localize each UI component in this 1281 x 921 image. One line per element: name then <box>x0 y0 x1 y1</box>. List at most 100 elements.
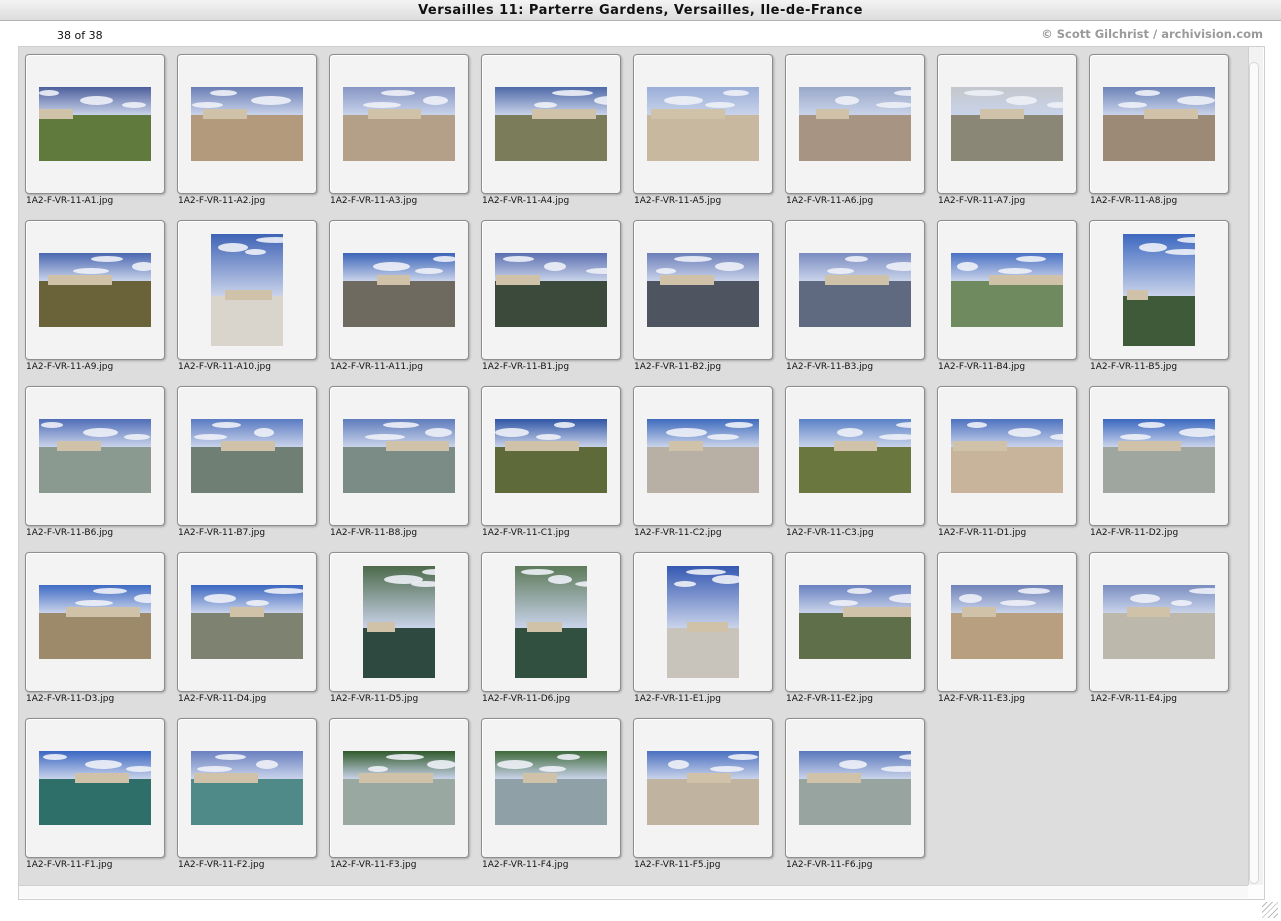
slide-mount[interactable] <box>1089 552 1229 692</box>
slide-mount[interactable] <box>1089 54 1229 194</box>
slide-mount[interactable] <box>177 54 317 194</box>
thumbnail-image[interactable] <box>39 87 151 161</box>
thumbnail-image[interactable] <box>343 419 455 493</box>
thumbnail-item[interactable]: 1A2-F-VR-11-E1.jpg <box>633 552 773 712</box>
slide-mount[interactable] <box>633 718 773 858</box>
thumbnail-item[interactable]: 1A2-F-VR-11-A3.jpg <box>329 54 469 214</box>
thumbnail-item[interactable]: 1A2-F-VR-11-A11.jpg <box>329 220 469 380</box>
slide-mount[interactable] <box>481 54 621 194</box>
thumbnail-item[interactable]: 1A2-F-VR-11-B7.jpg <box>177 386 317 546</box>
scrollbar-thumb[interactable] <box>1249 62 1259 884</box>
slide-mount[interactable] <box>329 552 469 692</box>
thumbnail-item[interactable]: 1A2-F-VR-11-B5.jpg <box>1089 220 1229 380</box>
slide-mount[interactable] <box>1089 386 1229 526</box>
thumbnail-image[interactable] <box>799 253 911 327</box>
slide-mount[interactable] <box>329 54 469 194</box>
thumbnail-image[interactable] <box>191 419 303 493</box>
thumbnail-image[interactable] <box>515 566 587 678</box>
thumbnail-image[interactable] <box>343 253 455 327</box>
thumbnail-item[interactable]: 1A2-F-VR-11-E3.jpg <box>937 552 1077 712</box>
slide-mount[interactable] <box>481 718 621 858</box>
slide-mount[interactable] <box>633 220 773 360</box>
slide-mount[interactable] <box>177 718 317 858</box>
thumbnail-image[interactable] <box>39 419 151 493</box>
slide-mount[interactable] <box>25 552 165 692</box>
thumbnail-item[interactable]: 1A2-F-VR-11-B1.jpg <box>481 220 621 380</box>
thumbnail-item[interactable]: 1A2-F-VR-11-A10.jpg <box>177 220 317 380</box>
thumbnail-item[interactable]: 1A2-F-VR-11-D1.jpg <box>937 386 1077 546</box>
thumbnail-image[interactable] <box>191 585 303 659</box>
slide-mount[interactable] <box>177 552 317 692</box>
thumbnail-item[interactable]: 1A2-F-VR-11-D6.jpg <box>481 552 621 712</box>
thumbnail-item[interactable]: 1A2-F-VR-11-D4.jpg <box>177 552 317 712</box>
slide-mount[interactable] <box>633 54 773 194</box>
slide-mount[interactable] <box>329 718 469 858</box>
resize-grip-icon[interactable] <box>1262 902 1278 918</box>
slide-mount[interactable] <box>329 220 469 360</box>
thumbnail-item[interactable]: 1A2-F-VR-11-C2.jpg <box>633 386 773 546</box>
thumbnail-image[interactable] <box>667 566 739 678</box>
slide-mount[interactable] <box>937 220 1077 360</box>
slide-mount[interactable] <box>937 54 1077 194</box>
slide-mount[interactable] <box>633 552 773 692</box>
slide-mount[interactable] <box>25 718 165 858</box>
thumbnail-item[interactable]: 1A2-F-VR-11-A6.jpg <box>785 54 925 214</box>
slide-mount[interactable] <box>785 552 925 692</box>
thumbnail-item[interactable]: 1A2-F-VR-11-F2.jpg <box>177 718 317 878</box>
thumbnail-image[interactable] <box>647 419 759 493</box>
thumbnail-item[interactable]: 1A2-F-VR-11-B4.jpg <box>937 220 1077 380</box>
thumbnail-item[interactable]: 1A2-F-VR-11-D5.jpg <box>329 552 469 712</box>
slide-mount[interactable] <box>481 386 621 526</box>
slide-mount[interactable] <box>633 386 773 526</box>
slide-mount[interactable] <box>481 220 621 360</box>
thumbnail-item[interactable]: 1A2-F-VR-11-B3.jpg <box>785 220 925 380</box>
thumbnail-item[interactable]: 1A2-F-VR-11-F5.jpg <box>633 718 773 878</box>
thumbnail-item[interactable]: 1A2-F-VR-11-F3.jpg <box>329 718 469 878</box>
thumbnail-image[interactable] <box>799 419 911 493</box>
thumbnail-item[interactable]: 1A2-F-VR-11-B6.jpg <box>25 386 165 546</box>
thumbnail-image[interactable] <box>495 751 607 825</box>
thumbnail-image[interactable] <box>951 585 1063 659</box>
thumbnail-image[interactable] <box>495 87 607 161</box>
thumbnail-item[interactable]: 1A2-F-VR-11-A1.jpg <box>25 54 165 214</box>
thumbnail-image[interactable] <box>1103 585 1215 659</box>
thumbnail-image[interactable] <box>1123 234 1195 346</box>
thumbnail-image[interactable] <box>799 585 911 659</box>
thumbnail-image[interactable] <box>1103 419 1215 493</box>
slide-mount[interactable] <box>1089 220 1229 360</box>
thumbnail-item[interactable]: 1A2-F-VR-11-A5.jpg <box>633 54 773 214</box>
slide-mount[interactable] <box>25 220 165 360</box>
thumbnail-image[interactable] <box>951 419 1063 493</box>
thumbnail-item[interactable]: 1A2-F-VR-11-F4.jpg <box>481 718 621 878</box>
thumbnail-item[interactable]: 1A2-F-VR-11-A2.jpg <box>177 54 317 214</box>
thumbnail-item[interactable]: 1A2-F-VR-11-B2.jpg <box>633 220 773 380</box>
slide-mount[interactable] <box>937 552 1077 692</box>
thumbnail-item[interactable]: 1A2-F-VR-11-C1.jpg <box>481 386 621 546</box>
thumbnail-item[interactable]: 1A2-F-VR-11-F1.jpg <box>25 718 165 878</box>
slide-mount[interactable] <box>177 220 317 360</box>
thumbnail-item[interactable]: 1A2-F-VR-11-A7.jpg <box>937 54 1077 214</box>
thumbnail-image[interactable] <box>191 751 303 825</box>
thumbnail-item[interactable]: 1A2-F-VR-11-C3.jpg <box>785 386 925 546</box>
thumbnail-item[interactable]: 1A2-F-VR-11-A4.jpg <box>481 54 621 214</box>
thumbnail-image[interactable] <box>39 751 151 825</box>
thumbnail-image[interactable] <box>647 253 759 327</box>
thumbnail-item[interactable]: 1A2-F-VR-11-E4.jpg <box>1089 552 1229 712</box>
thumbnail-image[interactable] <box>951 87 1063 161</box>
slide-mount[interactable] <box>329 386 469 526</box>
slide-mount[interactable] <box>785 718 925 858</box>
thumbnail-item[interactable]: 1A2-F-VR-11-E2.jpg <box>785 552 925 712</box>
thumbnail-image[interactable] <box>39 253 151 327</box>
thumbnail-image[interactable] <box>39 585 151 659</box>
thumbnail-image[interactable] <box>211 234 283 346</box>
thumbnail-item[interactable]: 1A2-F-VR-11-B8.jpg <box>329 386 469 546</box>
thumbnail-image[interactable] <box>1103 87 1215 161</box>
slide-mount[interactable] <box>937 386 1077 526</box>
slide-mount[interactable] <box>25 54 165 194</box>
thumbnail-image[interactable] <box>343 751 455 825</box>
slide-mount[interactable] <box>785 386 925 526</box>
slide-mount[interactable] <box>177 386 317 526</box>
thumbnail-image[interactable] <box>191 87 303 161</box>
slide-mount[interactable] <box>785 220 925 360</box>
thumbnail-item[interactable]: 1A2-F-VR-11-D3.jpg <box>25 552 165 712</box>
